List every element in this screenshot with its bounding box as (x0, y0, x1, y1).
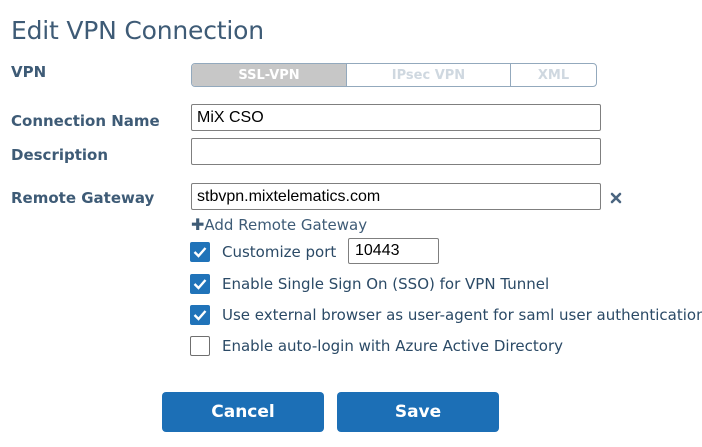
vpn-option-xml[interactable]: XML (511, 64, 596, 86)
vpn-label: VPN (11, 63, 47, 81)
add-remote-gateway-label: Add Remote Gateway (204, 216, 368, 234)
connection-name-input[interactable] (191, 104, 601, 131)
vpn-option-ssl[interactable]: SSL-VPN (192, 64, 347, 86)
sso-row: Enable Single Sign On (SSO) for VPN Tunn… (190, 273, 549, 294)
page-title: Edit VPN Connection (11, 16, 264, 45)
description-input[interactable] (191, 138, 601, 165)
check-icon (193, 246, 207, 258)
remote-gateway-label: Remote Gateway (11, 189, 155, 207)
sso-checkbox[interactable] (190, 273, 210, 294)
vpn-option-ipsec[interactable]: IPsec VPN (347, 64, 511, 86)
sso-label: Enable Single Sign On (SSO) for VPN Tunn… (222, 274, 550, 293)
external-browser-row: Use external browser as user-agent for s… (190, 304, 702, 325)
add-remote-gateway-link[interactable]: ✚Add Remote Gateway (191, 215, 367, 234)
customize-port-label: Customize port (222, 242, 337, 261)
azure-autologin-checkbox[interactable] (190, 335, 210, 356)
description-label: Description (11, 146, 109, 164)
save-button[interactable]: Save (337, 392, 499, 432)
vpn-type-selector: SSL-VPN IPsec VPN XML (191, 63, 597, 87)
check-icon (193, 309, 207, 321)
connection-name-label: Connection Name (11, 112, 160, 130)
close-icon[interactable] (609, 191, 623, 205)
plus-icon: ✚ (191, 215, 205, 234)
customize-port-checkbox[interactable] (190, 241, 210, 262)
cancel-button[interactable]: Cancel (162, 392, 324, 432)
customize-port-row: Customize port (190, 241, 336, 262)
external-browser-label: Use external browser as user-agent for s… (222, 305, 702, 324)
remote-gateway-input[interactable] (191, 183, 601, 210)
port-input[interactable]: 10443 (348, 238, 439, 264)
azure-autologin-label: Enable auto-login with Azure Active Dire… (222, 336, 563, 355)
check-icon (193, 278, 207, 290)
external-browser-checkbox[interactable] (190, 304, 210, 325)
azure-autologin-row: Enable auto-login with Azure Active Dire… (190, 335, 563, 356)
